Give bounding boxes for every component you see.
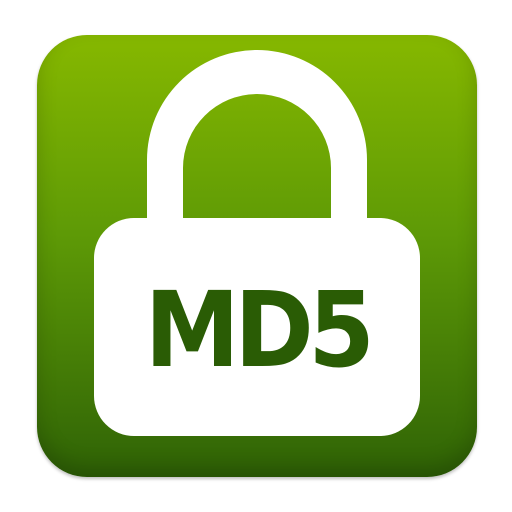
padlock-shackle xyxy=(147,50,367,232)
padlock-icon xyxy=(94,50,420,436)
lock-label-text: MD5 xyxy=(144,269,375,391)
icon-canvas: MD5 xyxy=(0,0,512,512)
